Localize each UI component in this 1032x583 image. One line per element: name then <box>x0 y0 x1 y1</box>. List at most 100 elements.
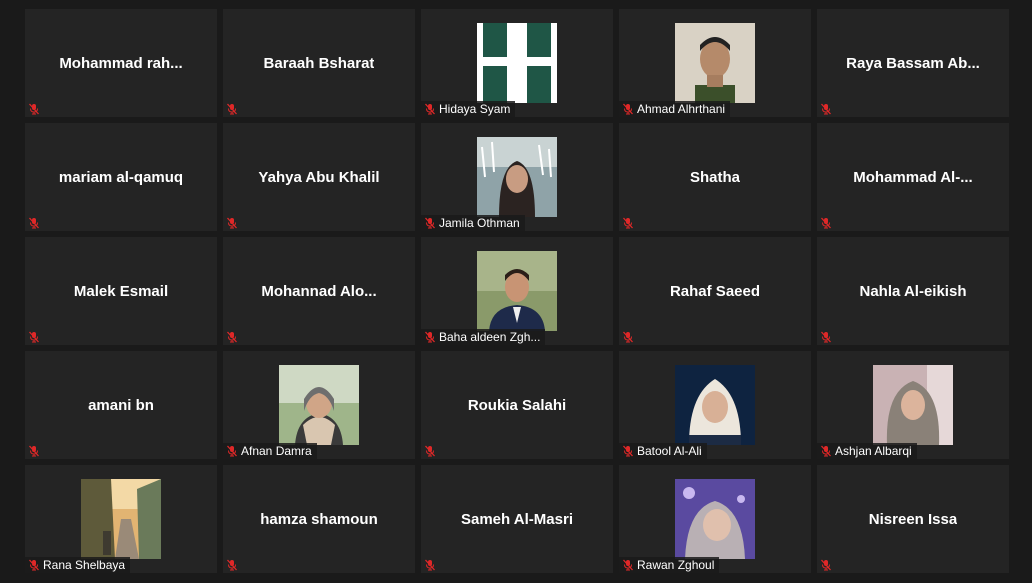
participant-tile[interactable]: Batool Al-Ali <box>619 351 811 459</box>
participant-name-display: hamza shamoun <box>223 465 415 573</box>
participant-name: Shatha <box>689 168 740 186</box>
participant-tile[interactable]: Raya Bassam Ab... <box>817 9 1009 117</box>
muted-mic-icon <box>223 557 241 573</box>
participant-tile[interactable]: amani bn <box>25 351 217 459</box>
participant-video <box>675 365 755 445</box>
participant-name-display: Roukia Salahi <box>421 351 613 459</box>
participant-name: Afnan Damra <box>241 444 312 458</box>
muted-mic-icon <box>619 329 637 345</box>
participant-label: Batool Al-Ali <box>619 443 707 459</box>
participant-name: Rawan Zghoul <box>637 558 715 572</box>
participant-video <box>675 479 755 559</box>
participant-name-display: Baraah Bsharat <box>223 9 415 117</box>
participant-video <box>477 251 557 331</box>
participant-label: Rawan Zghoul <box>619 557 720 573</box>
muted-mic-icon <box>817 557 835 573</box>
participant-name-display: mariam al-qamuq <box>25 123 217 231</box>
participant-name: Ahmad Alhrthani <box>637 102 726 116</box>
participant-tile[interactable]: Nahla Al-eikish <box>817 237 1009 345</box>
participant-name-display: Yahya Abu Khalil <box>223 123 415 231</box>
muted-mic-icon <box>421 443 439 459</box>
muted-mic-icon <box>817 101 835 117</box>
participant-tile[interactable]: Baraah Bsharat <box>223 9 415 117</box>
participant-name: Roukia Salahi <box>467 396 567 414</box>
participant-tile[interactable]: Nisreen Issa <box>817 465 1009 573</box>
muted-mic-icon <box>421 215 439 231</box>
muted-mic-icon <box>817 329 835 345</box>
participant-tile[interactable]: mariam al-qamuq <box>25 123 217 231</box>
participant-name-display: Raya Bassam Ab... <box>817 9 1009 117</box>
participant-name: Nahla Al-eikish <box>859 282 967 300</box>
participant-name-display: Rahaf Saeed <box>619 237 811 345</box>
participant-tile[interactable]: Mohannad Alo... <box>223 237 415 345</box>
participant-name: Mohannad Alo... <box>261 282 377 300</box>
participant-tile[interactable]: Mohammad rah... <box>25 9 217 117</box>
participant-name: Yahya Abu Khalil <box>258 168 380 186</box>
muted-mic-icon <box>817 443 835 459</box>
participant-tile[interactable]: Baha aldeen Zgh... <box>421 237 613 345</box>
participant-grid: Mohammad rah... Baraah Bsharat Hidaya Syam… <box>25 9 1009 573</box>
participant-name: Malek Esmail <box>73 282 169 300</box>
participant-tile[interactable]: hamza shamoun <box>223 465 415 573</box>
participant-name: Rahaf Saeed <box>669 282 761 300</box>
participant-name-display: Mohammad Al-... <box>817 123 1009 231</box>
muted-mic-icon <box>421 557 439 573</box>
participant-video <box>477 137 557 217</box>
muted-mic-icon <box>421 329 439 345</box>
participant-tile[interactable]: Malek Esmail <box>25 237 217 345</box>
participant-name: Raya Bassam Ab... <box>846 54 980 72</box>
participant-name: Jamila Othman <box>439 216 520 230</box>
participant-name: Rana Shelbaya <box>43 558 126 572</box>
participant-tile[interactable]: Shatha <box>619 123 811 231</box>
participant-name: hamza shamoun <box>260 510 378 528</box>
participant-label: Ahmad Alhrthani <box>619 101 731 117</box>
participant-name: Batool Al-Ali <box>637 444 702 458</box>
participant-name-display: Mohammad rah... <box>25 9 217 117</box>
participant-video <box>873 365 953 445</box>
participant-name-display: Nahla Al-eikish <box>817 237 1009 345</box>
participant-name-display: Mohannad Alo... <box>223 237 415 345</box>
participant-tile[interactable]: Rahaf Saeed <box>619 237 811 345</box>
participant-tile[interactable]: Mohammad Al-... <box>817 123 1009 231</box>
participant-video <box>675 23 755 103</box>
participant-tile[interactable]: Jamila Othman <box>421 123 613 231</box>
muted-mic-icon <box>25 443 43 459</box>
muted-mic-icon <box>619 215 637 231</box>
participant-name-display: amani bn <box>25 351 217 459</box>
participant-name: Mohammad Al-... <box>853 168 973 186</box>
muted-mic-icon <box>421 101 439 117</box>
muted-mic-icon <box>619 443 637 459</box>
participant-name: Mohammad rah... <box>59 54 183 72</box>
participant-name: Baraah Bsharat <box>263 54 375 72</box>
participant-video <box>477 23 557 103</box>
participant-tile[interactable]: Ahmad Alhrthani <box>619 9 811 117</box>
participant-tile[interactable]: Yahya Abu Khalil <box>223 123 415 231</box>
participant-tile[interactable]: Rawan Zghoul <box>619 465 811 573</box>
participant-label: Ashjan Albarqi <box>817 443 917 459</box>
muted-mic-icon <box>25 101 43 117</box>
participant-label: Jamila Othman <box>421 215 525 231</box>
participant-label: Hidaya Syam <box>421 101 516 117</box>
participant-video <box>279 365 359 445</box>
participant-tile[interactable]: Roukia Salahi <box>421 351 613 459</box>
participant-name: mariam al-qamuq <box>58 168 184 186</box>
participant-name-display: Malek Esmail <box>25 237 217 345</box>
participant-tile[interactable]: Hidaya Syam <box>421 9 613 117</box>
participant-name: Baha aldeen Zgh... <box>439 330 541 344</box>
muted-mic-icon <box>619 557 637 573</box>
participant-tile[interactable]: Ashjan Albarqi <box>817 351 1009 459</box>
participant-tile[interactable]: Sameh Al-Masri <box>421 465 613 573</box>
participant-label: Afnan Damra <box>223 443 317 459</box>
participant-tile[interactable]: Afnan Damra <box>223 351 415 459</box>
participant-name-display: Shatha <box>619 123 811 231</box>
participant-name: Hidaya Syam <box>439 102 511 116</box>
muted-mic-icon <box>223 329 241 345</box>
muted-mic-icon <box>223 443 241 459</box>
participant-tile[interactable]: Rana Shelbaya <box>25 465 217 573</box>
participant-name-display: Sameh Al-Masri <box>421 465 613 573</box>
muted-mic-icon <box>619 101 637 117</box>
muted-mic-icon <box>25 329 43 345</box>
participant-label: Baha aldeen Zgh... <box>421 329 546 345</box>
muted-mic-icon <box>817 215 835 231</box>
participant-name: Ashjan Albarqi <box>835 444 912 458</box>
